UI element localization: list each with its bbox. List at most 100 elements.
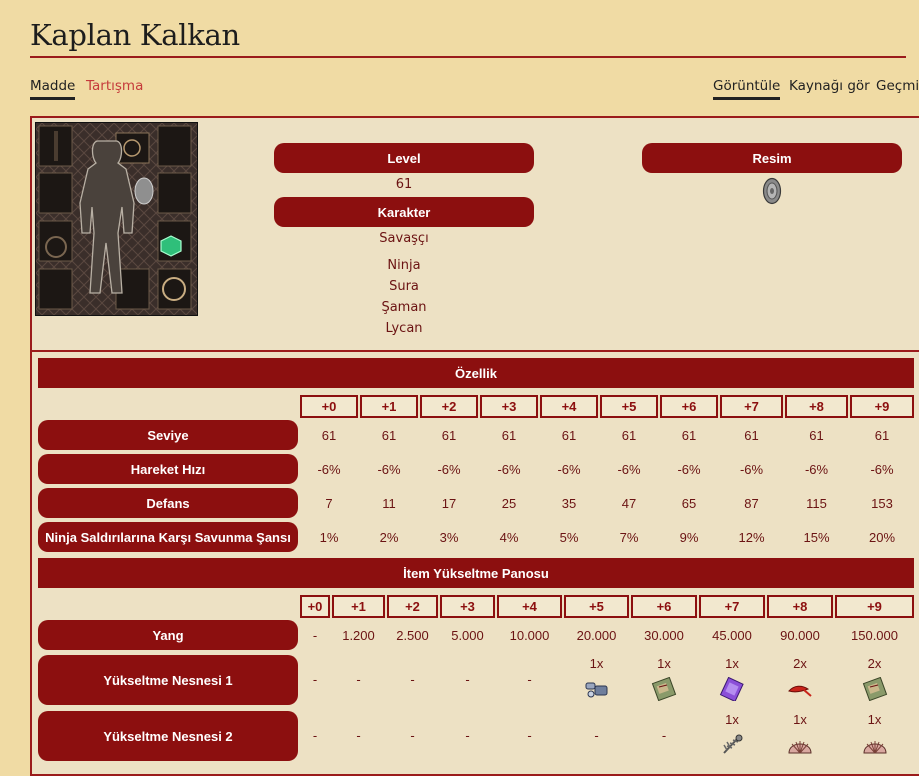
attr-cell: -6%	[804, 462, 829, 477]
character-sura: Sura	[389, 279, 419, 294]
material1-cell: -	[410, 672, 415, 687]
fish-bone-icon[interactable]	[718, 733, 746, 757]
material1-cell: -	[527, 672, 532, 687]
attributes-header: Özellik	[38, 358, 914, 388]
attr-cell: 15%	[803, 530, 830, 545]
tab-history[interactable]: Geçmiş	[876, 78, 919, 97]
equipment-portrait	[35, 122, 198, 316]
bracelet-piece-icon[interactable]	[583, 677, 611, 701]
character-header: Karakter	[274, 197, 534, 227]
attr-cell: 7%	[619, 530, 639, 545]
attr-level-1: +1	[360, 395, 418, 418]
attr-cell: -6%	[377, 462, 401, 477]
scroll-book-icon[interactable]	[650, 677, 678, 701]
row-label-defense: Defans	[38, 488, 298, 518]
attr-level-5: +5	[600, 395, 658, 418]
material1-count: 1x	[589, 656, 604, 671]
upg-level-9: +9	[835, 595, 914, 618]
material1-count: 1x	[657, 656, 671, 671]
attr-cell: 9%	[679, 530, 699, 545]
tab-discussion[interactable]: Tartışma	[86, 78, 143, 97]
attr-level-3: +3	[480, 395, 538, 418]
attr-level-2: +2	[420, 395, 478, 418]
yang-cell: 30.000	[644, 628, 684, 643]
section-divider	[30, 350, 919, 352]
attr-cell: 153	[871, 496, 893, 511]
title-divider	[30, 56, 906, 58]
attr-cell: -6%	[557, 462, 581, 477]
attr-cell: 61	[681, 428, 697, 443]
attr-cell: 47	[621, 496, 637, 511]
upgrade-header: İtem Yükseltme Panosu	[38, 558, 914, 588]
attr-level-9: +9	[850, 395, 914, 418]
material2-count: 1x	[793, 712, 807, 727]
attr-cell: 17	[441, 496, 457, 511]
attr-level-0: +0	[300, 395, 358, 418]
upg-level-3: +3	[440, 595, 495, 618]
attr-level-7: +7	[720, 395, 783, 418]
tab-view[interactable]: Görüntüle	[713, 78, 781, 100]
attr-level-8: +8	[785, 395, 848, 418]
attr-cell: 61	[441, 428, 457, 443]
material1-count: 2x	[793, 656, 807, 671]
row-label-material-1: Yükseltme Nesnesi 1	[38, 655, 298, 705]
material1-count: 1x	[725, 656, 739, 671]
yang-cell: 1.200	[342, 628, 375, 643]
attr-cell: 61	[744, 428, 759, 443]
attr-cell: 115	[806, 496, 827, 511]
character-shaman: Şaman	[381, 300, 427, 315]
material2-cell: -	[410, 728, 415, 743]
image-header: Resim	[642, 143, 902, 173]
upg-level-5: +5	[564, 595, 629, 618]
character-lycan: Lycan	[385, 321, 423, 336]
attr-cell: 35	[561, 496, 577, 511]
material2-count: 1x	[725, 712, 739, 727]
equipment-grid-icon	[36, 123, 197, 315]
material2-cell: -	[661, 728, 667, 743]
attr-cell: 61	[561, 428, 577, 443]
material1-count: 2x	[867, 656, 882, 671]
attr-cell: 2%	[379, 530, 399, 545]
scroll-book-icon[interactable]	[861, 677, 889, 701]
level-header: Level	[274, 143, 534, 173]
yang-cell: 2.500	[396, 628, 429, 643]
attr-cell: 3%	[439, 530, 459, 545]
tab-article[interactable]: Madde	[30, 78, 76, 100]
material1-cell: -	[312, 672, 318, 687]
attr-level-4: +4	[540, 395, 598, 418]
row-label-level: Seviye	[38, 420, 298, 450]
shell-icon[interactable]	[786, 733, 814, 757]
attr-cell: 1%	[319, 530, 339, 545]
attr-cell: 5%	[559, 530, 579, 545]
yang-cell: 10.000	[509, 628, 550, 643]
row-label-yang: Yang	[38, 620, 298, 650]
upg-level-1: +1	[332, 595, 385, 618]
upg-level-8: +8	[767, 595, 833, 618]
attr-cell: 61	[381, 428, 397, 443]
tab-view-source[interactable]: Kaynağı gör	[789, 78, 870, 97]
material2-cell: -	[594, 728, 599, 743]
attr-cell: -6%	[497, 462, 521, 477]
red-feather-icon[interactable]	[786, 677, 814, 701]
row-label-ninja-resist: Ninja Saldırılarına Karşı Savunma Şansı	[38, 522, 298, 552]
attr-cell: 61	[621, 428, 637, 443]
attr-cell: 7	[325, 496, 333, 511]
shield-icon[interactable]	[762, 177, 782, 209]
attr-cell: 4%	[499, 530, 519, 545]
yang-cell: 5.000	[451, 628, 484, 643]
page-title: Kaplan Kalkan	[30, 18, 240, 52]
attr-cell: 61	[501, 428, 517, 443]
attr-cell: 20%	[868, 530, 896, 545]
purple-scroll-icon[interactable]	[718, 677, 746, 701]
row-label-material-2: Yükseltme Nesnesi 2	[38, 711, 298, 761]
material2-cell: -	[527, 728, 532, 743]
shell-icon[interactable]	[861, 733, 889, 757]
attr-level-6: +6	[660, 395, 718, 418]
yang-cell: 150.000	[851, 628, 898, 643]
attr-cell: -6%	[437, 462, 461, 477]
upg-level-4: +4	[497, 595, 562, 618]
yang-cell: 45.000	[712, 628, 752, 643]
yang-cell: 90.000	[780, 628, 820, 643]
yang-cell: 20.000	[576, 628, 617, 643]
attr-cell: -6%	[870, 462, 894, 477]
